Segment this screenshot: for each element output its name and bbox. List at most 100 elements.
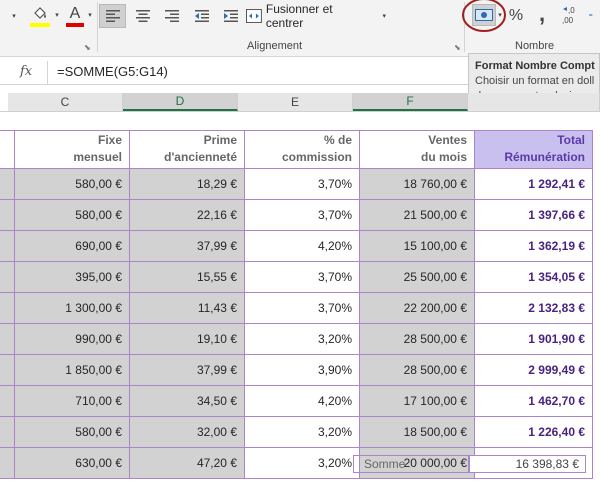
alignment-group-label: Alignement <box>247 40 303 52</box>
align-center-icon <box>135 10 150 22</box>
total-cell[interactable]: 1 462,70 € <box>474 385 593 417</box>
alignment-dialog-launcher-icon[interactable]: ⬊ <box>454 43 461 52</box>
fill-color-swatch <box>30 22 50 27</box>
column-header-g[interactable] <box>468 93 600 111</box>
decrease-decimal-icon <box>589 14 593 16</box>
align-center-button[interactable] <box>129 4 156 28</box>
insert-function-icon[interactable]: fx <box>20 64 32 79</box>
formula-input[interactable]: =SOMME(G5:G14) <box>57 64 168 79</box>
table-row: 1 850,00 €37,99 €3,90% 28 500,00 €2 999,4… <box>0 354 593 386</box>
cell-style-dropdown[interactable]: ▾ <box>4 6 24 26</box>
align-left-icon <box>105 10 120 22</box>
table-cell[interactable]: 3,20% <box>244 323 360 355</box>
sum-value[interactable]: 16 398,83 € <box>469 455 586 473</box>
table-cell[interactable]: 1 850,00 € <box>14 354 130 386</box>
table-cell[interactable]: 630,00 € <box>14 447 130 479</box>
table-cell[interactable]: 3,70% <box>244 168 360 200</box>
chevron-down-icon: ▾ <box>382 13 386 20</box>
table-cell[interactable]: 25 500,00 € <box>359 261 475 293</box>
column-header-f[interactable]: F <box>353 93 468 111</box>
fill-color-button[interactable] <box>28 3 52 29</box>
font-color-dropdown[interactable]: ▾ <box>85 8 95 22</box>
salary-table: Fixe mensuel Prime d'ancienneté % de commis… <box>0 130 593 479</box>
chevron-down-icon: ▾ <box>12 13 16 20</box>
table-cell[interactable]: 18 760,00 € <box>359 168 475 200</box>
table-cell[interactable]: 395,00 € <box>14 261 130 293</box>
table-cell[interactable]: 580,00 € <box>14 199 130 231</box>
table-row: 580,00 €32,00 €3,20% 18 500,00 €1 226,40 … <box>0 416 593 448</box>
table-cell[interactable]: 1 300,00 € <box>14 292 130 324</box>
increase-decimal-icon: ,0 ,00 <box>562 6 575 25</box>
table-cell[interactable]: 4,20% <box>244 385 360 417</box>
total-cell[interactable]: 1 362,19 € <box>474 230 593 262</box>
table-cell[interactable]: 580,00 € <box>14 168 130 200</box>
table-cell[interactable]: 4,20% <box>244 230 360 262</box>
table-cell[interactable]: 3,90% <box>244 354 360 386</box>
number-group-label: Nombre <box>515 40 555 52</box>
chevron-down-icon: ▾ <box>88 12 92 19</box>
table-cell[interactable]: 17 100,00 € <box>359 385 475 417</box>
sum-label[interactable]: Somme <box>353 455 469 473</box>
column-header-c[interactable]: C <box>8 93 123 111</box>
total-cell[interactable]: 1 292,41 € <box>474 168 593 200</box>
table-cell[interactable]: 580,00 € <box>14 416 130 448</box>
header-cell[interactable]: Prime d'ancienneté <box>129 130 245 169</box>
table-cell[interactable]: 21 500,00 € <box>359 199 475 231</box>
table-cell[interactable]: 37,99 € <box>129 354 245 386</box>
font-dialog-launcher-icon[interactable]: ⬊ <box>84 43 91 52</box>
table-cell[interactable]: 3,20% <box>244 416 360 448</box>
fill-color-dropdown[interactable]: ▾ <box>52 8 62 22</box>
table-cell[interactable]: 3,20% <box>244 447 360 479</box>
formula-bar: fx =SOMME(G5:G14) <box>0 61 470 85</box>
ribbon: ▾ ▾ A ▾ Fusionner et centrer ▾ Alignemen… <box>0 0 600 57</box>
total-cell[interactable]: 1 901,90 € <box>474 323 593 355</box>
table-cell[interactable]: 18,29 € <box>129 168 245 200</box>
table-cell[interactable]: 19,10 € <box>129 323 245 355</box>
align-left-button[interactable] <box>99 4 126 28</box>
table-cell[interactable]: 47,20 € <box>129 447 245 479</box>
header-cell[interactable]: Fixe mensuel <box>14 130 130 169</box>
increase-indent-button[interactable] <box>217 4 244 28</box>
percent-style-button[interactable]: % <box>506 4 526 28</box>
table-cell[interactable]: 22 200,00 € <box>359 292 475 324</box>
table-row: 580,00 €22,16 €3,70% 21 500,00 €1 397,66 … <box>0 199 593 231</box>
table-cell[interactable]: 690,00 € <box>14 230 130 262</box>
table-cell[interactable]: 22,16 € <box>129 199 245 231</box>
accounting-format-dropdown[interactable]: ▾ <box>496 8 504 22</box>
column-header-e[interactable]: E <box>238 93 353 111</box>
font-color-button[interactable]: A <box>64 3 86 29</box>
total-cell[interactable]: 1 354,05 € <box>474 261 593 293</box>
table-row: 690,00 €37,99 €4,20% 15 100,00 €1 362,19 … <box>0 230 593 262</box>
table-cell[interactable]: 18 500,00 € <box>359 416 475 448</box>
total-cell[interactable]: 2 999,49 € <box>474 354 593 386</box>
table-cell[interactable]: 3,70% <box>244 292 360 324</box>
align-right-button[interactable] <box>158 4 185 28</box>
header-cell[interactable]: % de commission <box>244 130 360 169</box>
comma-icon: , <box>538 1 546 26</box>
total-cell[interactable]: 2 132,83 € <box>474 292 593 324</box>
table-cell[interactable]: 34,50 € <box>129 385 245 417</box>
table-cell[interactable]: 990,00 € <box>14 323 130 355</box>
decrease-decimal-button[interactable] <box>588 3 600 27</box>
comma-style-button[interactable]: , <box>532 1 552 26</box>
total-cell[interactable]: 1 397,66 € <box>474 199 593 231</box>
chevron-down-icon: ▾ <box>55 12 59 19</box>
table-cell[interactable]: 28 500,00 € <box>359 323 475 355</box>
increase-decimal-button[interactable]: ,0 ,00 <box>560 3 584 27</box>
merge-center-button[interactable]: Fusionner et centrer ▾ <box>246 2 386 30</box>
table-cell[interactable]: 3,70% <box>244 199 360 231</box>
table-cell[interactable]: 11,43 € <box>129 292 245 324</box>
total-cell[interactable]: 1 226,40 € <box>474 416 593 448</box>
screen-tip-line: Choisir un format en doll <box>475 75 595 87</box>
header-cell[interactable]: Ventes du mois <box>359 130 475 169</box>
column-header-d[interactable]: D <box>123 93 238 111</box>
table-cell[interactable]: 32,00 € <box>129 416 245 448</box>
table-cell[interactable]: 710,00 € <box>14 385 130 417</box>
table-cell[interactable]: 15 100,00 € <box>359 230 475 262</box>
decrease-indent-button[interactable] <box>188 4 215 28</box>
table-cell[interactable]: 3,70% <box>244 261 360 293</box>
table-cell[interactable]: 37,99 € <box>129 230 245 262</box>
table-cell[interactable]: 28 500,00 € <box>359 354 475 386</box>
header-cell-total[interactable]: Total Rémunération <box>474 130 593 169</box>
table-cell[interactable]: 15,55 € <box>129 261 245 293</box>
